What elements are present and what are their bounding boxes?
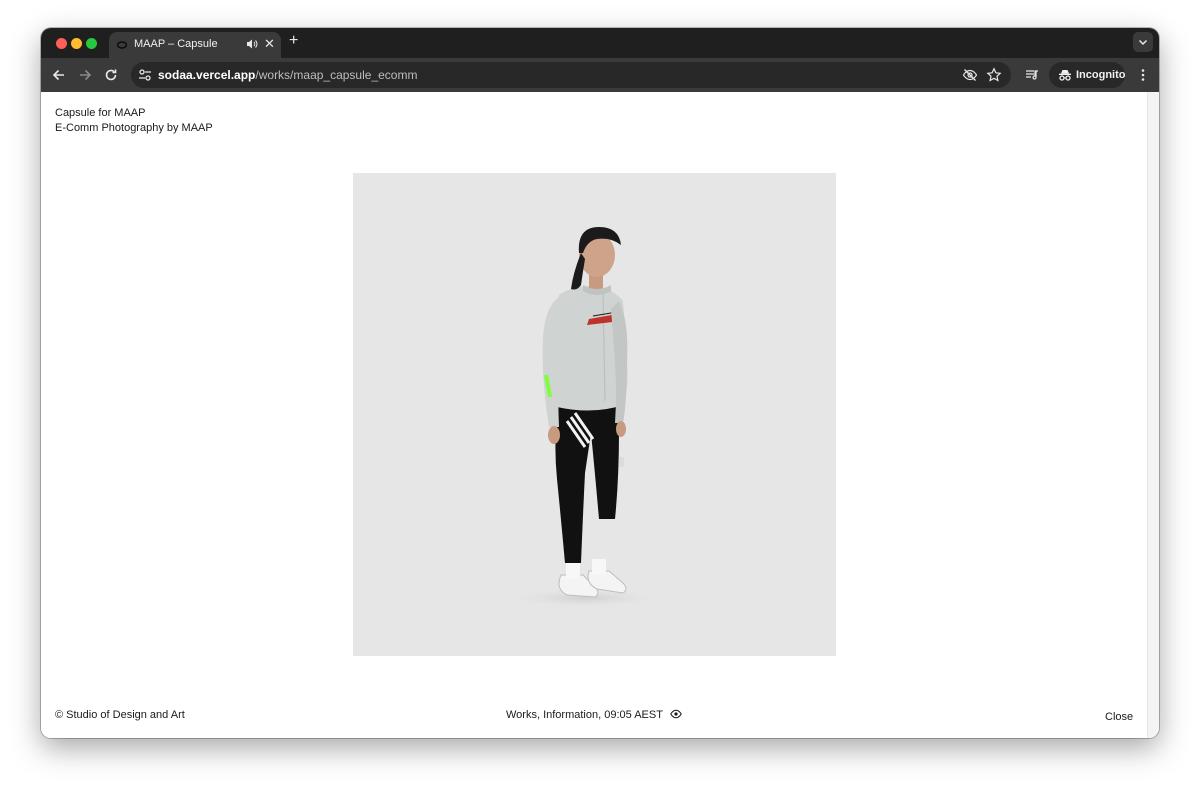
tab-strip: MAAP – Capsule ✕ + [41, 28, 1159, 58]
more-icon[interactable] [1135, 67, 1151, 83]
incognito-icon [1059, 70, 1071, 81]
page-scrollbar[interactable] [1147, 92, 1159, 738]
project-subtitle: E-Comm Photography by MAAP [55, 122, 213, 134]
eye-off-icon[interactable] [962, 67, 978, 83]
browser-toolbar: sodaa.vercel.app/works/maap_capsule_ecom… [41, 58, 1159, 92]
tab-title: MAAP – Capsule [134, 38, 218, 50]
maximize-window-button[interactable] [86, 38, 97, 49]
site-info-icon[interactable] [137, 67, 153, 83]
close-window-button[interactable] [56, 38, 67, 49]
reload-icon[interactable] [102, 66, 120, 84]
page-content: Capsule for MAAP E-Comm Photography by M… [41, 92, 1147, 738]
chevron-down-icon [1138, 39, 1148, 46]
incognito-badge[interactable]: Incognito [1049, 62, 1126, 88]
new-tab-button[interactable]: + [289, 33, 298, 49]
audio-icon[interactable] [246, 38, 258, 50]
address-bar[interactable]: sodaa.vercel.app/works/maap_capsule_ecom… [131, 62, 1011, 88]
url-host: sodaa.vercel.app [158, 68, 256, 82]
minimize-window-button[interactable] [71, 38, 82, 49]
close-link[interactable]: Close [1105, 711, 1133, 723]
back-icon[interactable] [50, 66, 68, 84]
project-title: Capsule for MAAP [55, 107, 146, 119]
url-text[interactable]: sodaa.vercel.app/works/maap_capsule_ecom… [158, 68, 417, 82]
copyright-text: © Studio of Design and Art [55, 709, 185, 721]
cyclist-model-illustration [505, 227, 665, 608]
incognito-label: Incognito [1076, 69, 1126, 81]
browser-window: MAAP – Capsule ✕ + sodaa.vercel.app/work… [41, 28, 1159, 738]
tab-search-button[interactable] [1133, 32, 1153, 52]
hero-image [353, 173, 836, 656]
star-icon[interactable] [986, 67, 1002, 83]
url-path: /works/maap_capsule_ecomm [255, 68, 418, 82]
media-icon[interactable] [1024, 67, 1040, 83]
eye-icon[interactable] [670, 709, 682, 719]
forward-icon[interactable] [76, 66, 94, 84]
footer-nav-text[interactable]: Works, Information, 09:05 AEST [506, 709, 663, 721]
tab-maap-capsule[interactable]: MAAP – Capsule ✕ [109, 32, 281, 58]
footer-nav[interactable]: Works, Information, 09:05 AEST [506, 709, 682, 721]
site-favicon-icon [117, 41, 127, 49]
tab-close-button[interactable]: ✕ [264, 37, 275, 51]
